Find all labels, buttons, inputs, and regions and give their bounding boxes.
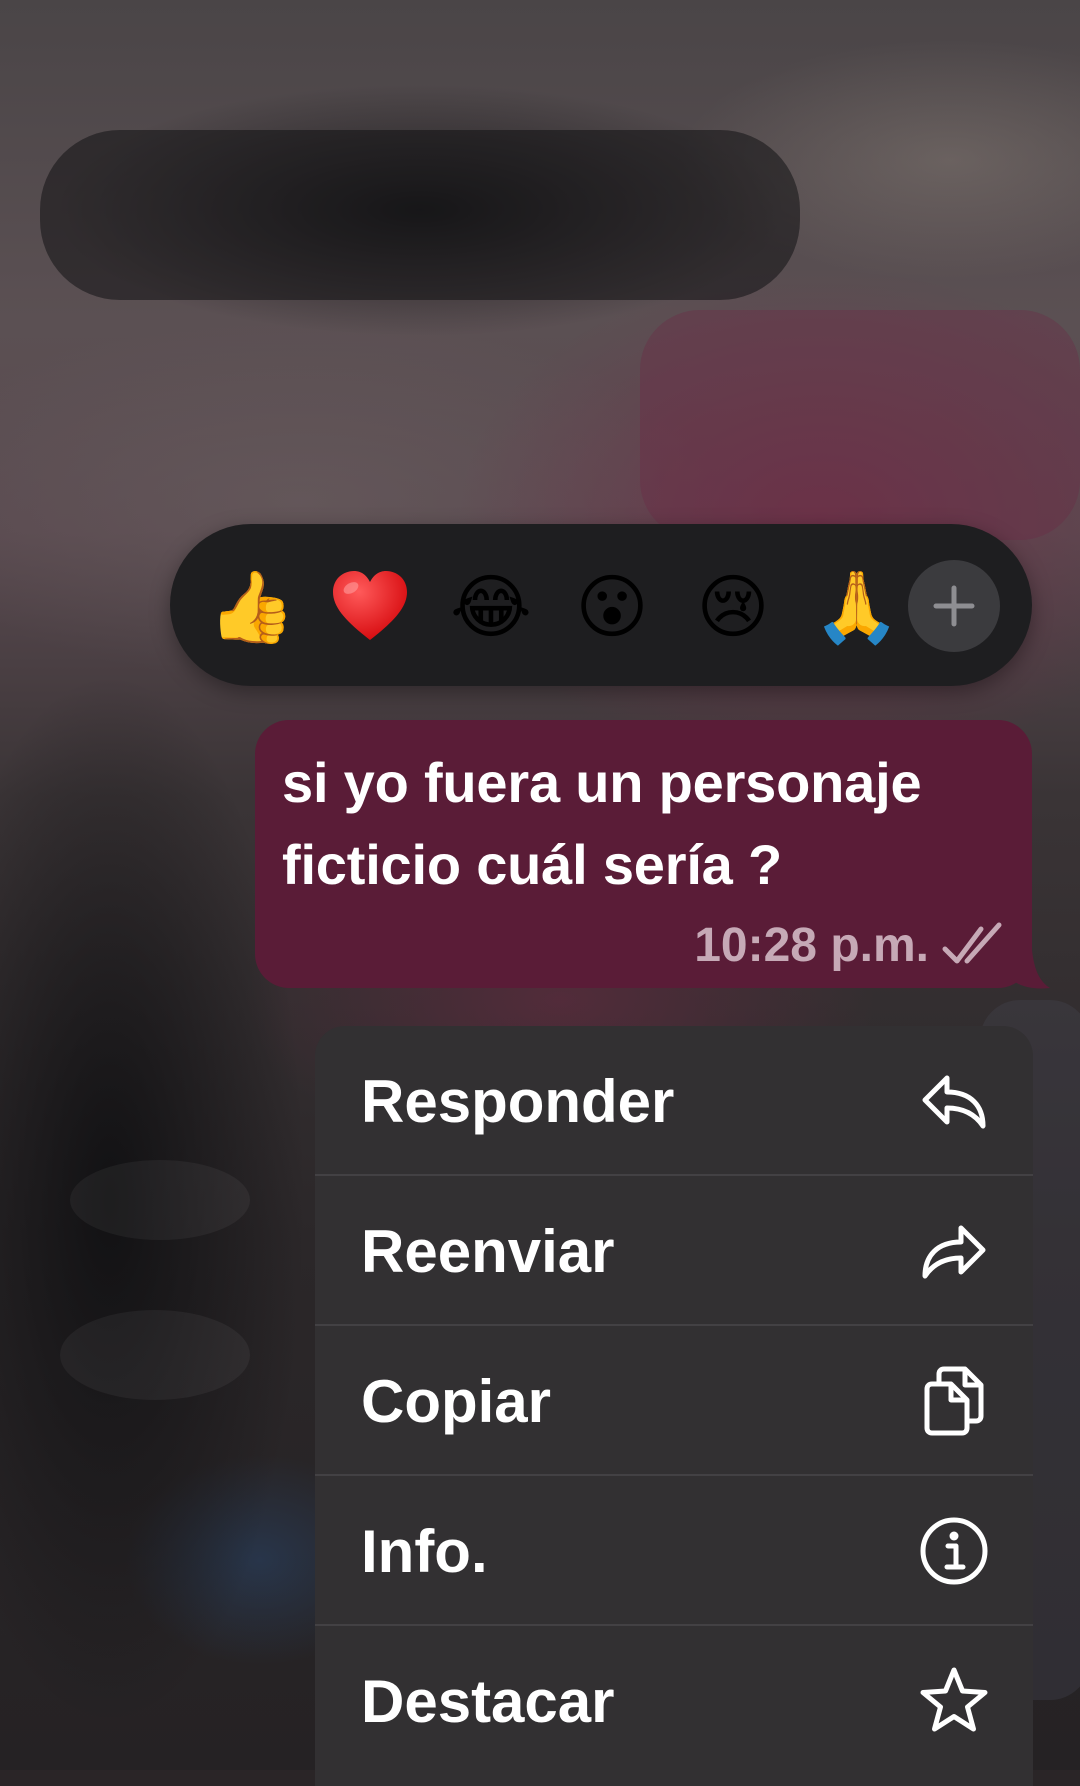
menu-item-label: Reenviar <box>361 1218 615 1285</box>
menu-item-star[interactable]: Destacar <box>315 1626 1033 1776</box>
copy-icon <box>917 1364 991 1438</box>
message-timestamp: 10:28 p.m. <box>694 918 929 972</box>
menu-item-label: Copiar <box>361 1368 552 1435</box>
thumbs-up-icon[interactable]: 👍 <box>208 566 295 648</box>
reaction-bar: 👍 😂 😮 😢 🙏 <box>170 524 1032 686</box>
folded-hands-icon[interactable]: 🙏 <box>813 566 900 648</box>
forward-icon <box>917 1214 991 1288</box>
star-icon <box>917 1664 991 1738</box>
menu-item-reply[interactable]: Responder <box>315 1026 1033 1176</box>
message-context-menu: Responder Reenviar Copiar Info. Destacar <box>315 1026 1033 1786</box>
menu-item-copy[interactable]: Copiar <box>315 1326 1033 1476</box>
menu-item-label: Info. <box>361 1518 488 1585</box>
double-check-icon <box>942 922 1002 964</box>
info-icon <box>917 1514 991 1588</box>
message-text: si yo fuera un personaje ficticio cuál s… <box>282 742 1022 906</box>
tears-of-joy-icon[interactable]: 😂 <box>450 566 532 648</box>
bubble-tail <box>1010 950 1050 989</box>
red-heart-icon[interactable] <box>329 566 411 648</box>
more-reactions-button[interactable] <box>908 560 1000 652</box>
menu-item-forward[interactable]: Reenviar <box>315 1176 1033 1326</box>
surprised-face-icon[interactable]: 😮 <box>571 566 653 648</box>
message-text-line-1: si yo fuera un personaje <box>282 751 922 814</box>
message-bubble[interactable]: si yo fuera un personaje ficticio cuál s… <box>255 720 1032 988</box>
menu-item-label: Responder <box>361 1068 675 1135</box>
message-text-line-2: ficticio cuál sería ? <box>282 833 782 896</box>
crying-face-icon[interactable]: 😢 <box>692 566 774 648</box>
menu-item-info[interactable]: Info. <box>315 1476 1033 1626</box>
reply-icon <box>917 1064 991 1138</box>
message-meta: 10:28 p.m. <box>694 917 1007 973</box>
plus-icon <box>933 585 975 627</box>
menu-item-label: Destacar <box>361 1668 615 1735</box>
